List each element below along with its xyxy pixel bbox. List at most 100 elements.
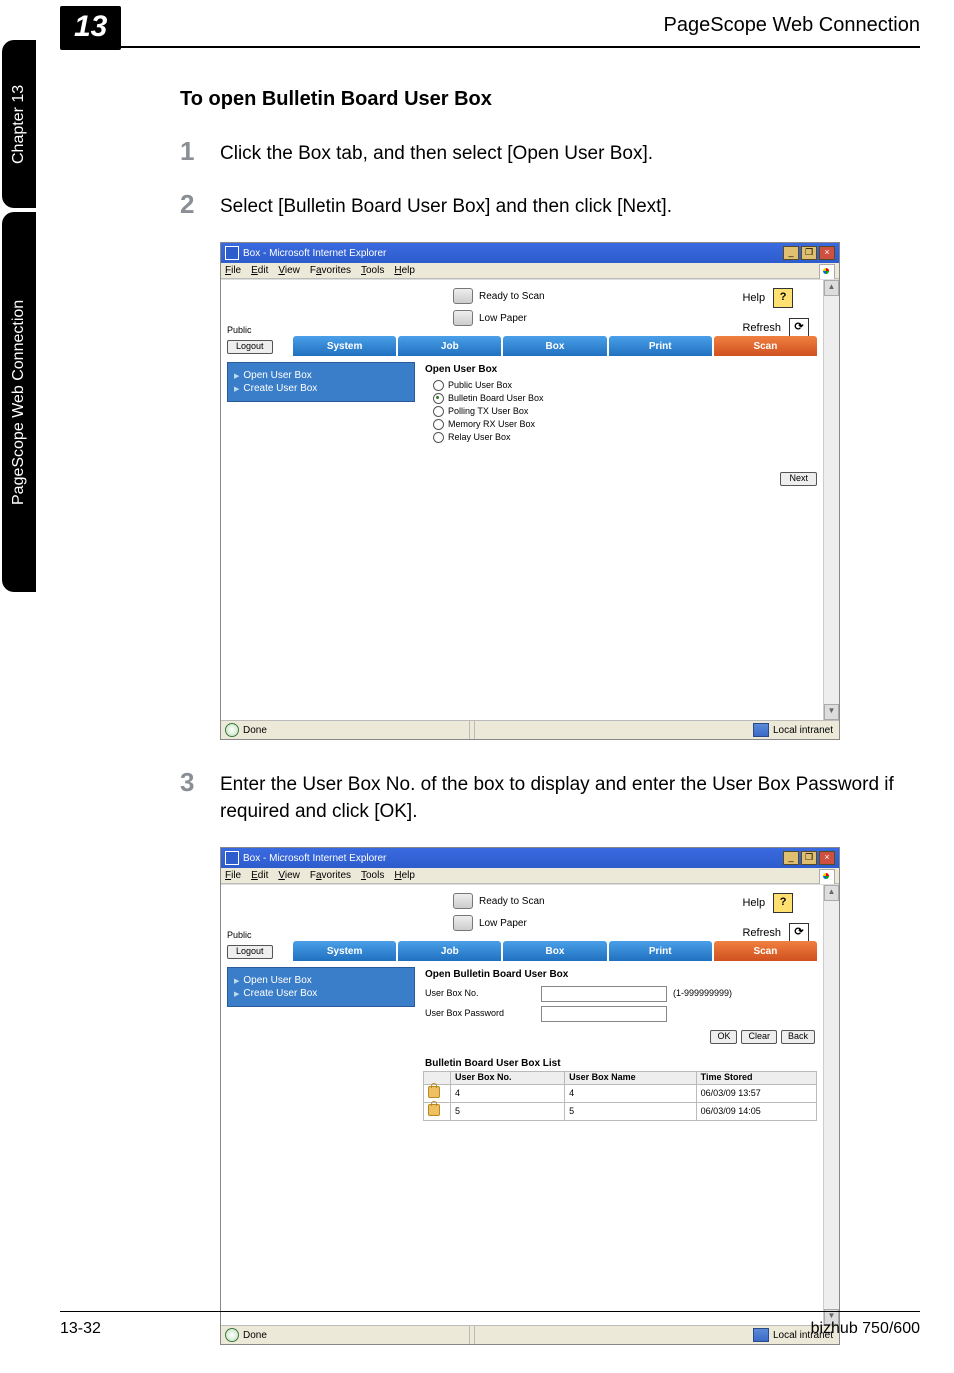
tab-scan[interactable]: Scan bbox=[714, 941, 817, 961]
tab-system[interactable]: System bbox=[293, 336, 396, 356]
menu-view[interactable]: View bbox=[278, 870, 300, 881]
ie-flag-icon bbox=[819, 869, 835, 885]
zone-icon bbox=[753, 723, 769, 737]
scroll-down-button[interactable]: ▼ bbox=[824, 704, 839, 720]
table-row[interactable]: 5 5 06/03/09 14:05 bbox=[424, 1103, 817, 1121]
cell-no: 4 bbox=[451, 1085, 565, 1103]
tab-print[interactable]: Print bbox=[609, 941, 712, 961]
cell-name: 4 bbox=[565, 1085, 697, 1103]
lp-create-user-box[interactable]: Create User Box bbox=[234, 987, 408, 1000]
menu-edit[interactable]: Edit bbox=[251, 265, 268, 276]
browser-body: ▲ ▼ Ready to Scan Low Paper Help ? Refre… bbox=[221, 884, 839, 1325]
opt-public[interactable]: Public User Box bbox=[423, 379, 817, 392]
logout-button[interactable]: Logout bbox=[227, 945, 273, 959]
opt-bulletin[interactable]: Bulletin Board User Box bbox=[423, 392, 817, 405]
opt-relay-label: Relay User Box bbox=[448, 433, 511, 443]
cell-time: 06/03/09 13:57 bbox=[696, 1085, 816, 1103]
status-lowpaper: Low Paper bbox=[479, 918, 527, 929]
scroll-up-button[interactable]: ▲ bbox=[824, 885, 839, 901]
window-title: Box - Microsoft Internet Explorer bbox=[243, 248, 386, 259]
opt-public-label: Public User Box bbox=[448, 381, 512, 391]
ok-button[interactable]: OK bbox=[710, 1030, 737, 1044]
menu-help[interactable]: Help bbox=[394, 265, 415, 276]
window-minimize-button[interactable]: _ bbox=[783, 246, 799, 260]
opt-polling[interactable]: Polling TX User Box bbox=[423, 405, 817, 418]
lp-open-user-box[interactable]: Open User Box bbox=[234, 369, 408, 382]
main-nav: System Job Box Print Scan bbox=[293, 941, 817, 961]
next-button[interactable]: Next bbox=[780, 472, 817, 486]
table-row[interactable]: 4 4 06/03/09 13:57 bbox=[424, 1085, 817, 1103]
zone-indicator: Local intranet bbox=[753, 723, 833, 737]
menu-file[interactable]: File bbox=[225, 265, 241, 276]
step-text-2: Select [Bulletin Board User Box] and the… bbox=[220, 190, 672, 221]
menu-tools[interactable]: Tools bbox=[361, 265, 384, 276]
right-panel: Open User Box Public User Box Bulletin B… bbox=[423, 362, 817, 444]
userboxno-input[interactable] bbox=[541, 986, 667, 1002]
status-ready: Ready to Scan bbox=[479, 291, 545, 302]
tab-box[interactable]: Box bbox=[503, 336, 606, 356]
tab-system[interactable]: System bbox=[293, 941, 396, 961]
menu-help[interactable]: Help bbox=[394, 870, 415, 881]
status-icon-ready bbox=[453, 288, 473, 304]
userboxno-hint: (1-999999999) bbox=[673, 989, 732, 999]
window-minimize-button[interactable]: _ bbox=[783, 851, 799, 865]
help-link[interactable]: Help bbox=[742, 292, 765, 304]
window-restore-button[interactable]: ❐ bbox=[801, 851, 817, 865]
footer-right: bizhub 750/600 bbox=[811, 1320, 920, 1338]
step-num-3: 3 bbox=[180, 768, 220, 797]
header-rule bbox=[60, 46, 920, 48]
window-restore-button[interactable]: ❐ bbox=[801, 246, 817, 260]
help-icon[interactable]: ? bbox=[773, 893, 793, 913]
right-panel: Open Bulletin Board User Box User Box No… bbox=[423, 967, 817, 1121]
refresh-icon[interactable]: ⟳ bbox=[789, 923, 809, 943]
tab-job[interactable]: Job bbox=[398, 336, 501, 356]
radio-public[interactable] bbox=[433, 380, 444, 391]
lp-open-user-box[interactable]: Open User Box bbox=[234, 974, 408, 987]
browser-body: ▲ ▼ Ready to Scan Low Paper Help ? Refre… bbox=[221, 279, 839, 720]
col-userboxno: User Box No. bbox=[451, 1072, 565, 1085]
side-tab-product: PageScope Web Connection bbox=[2, 212, 36, 592]
help-link[interactable]: Help bbox=[742, 897, 765, 909]
vertical-scrollbar[interactable]: ▲ ▼ bbox=[823, 885, 839, 1325]
menu-file[interactable]: File bbox=[225, 870, 241, 881]
refresh-icon[interactable]: ⟳ bbox=[789, 318, 809, 338]
done-icon bbox=[225, 1328, 239, 1342]
logout-button[interactable]: Logout bbox=[227, 340, 273, 354]
lp-create-user-box[interactable]: Create User Box bbox=[234, 382, 408, 395]
refresh-link[interactable]: Refresh bbox=[742, 322, 781, 334]
vertical-scrollbar[interactable]: ▲ ▼ bbox=[823, 280, 839, 720]
radio-relay[interactable] bbox=[433, 432, 444, 443]
done-icon bbox=[225, 723, 239, 737]
radio-bulletin[interactable] bbox=[433, 393, 444, 404]
zone-text: Local intranet bbox=[773, 725, 833, 736]
left-panel: Open User Box Create User Box bbox=[227, 362, 415, 402]
tab-box[interactable]: Box bbox=[503, 941, 606, 961]
refresh-link[interactable]: Refresh bbox=[742, 927, 781, 939]
menu-edit[interactable]: Edit bbox=[251, 870, 268, 881]
userboxpw-input[interactable] bbox=[541, 1006, 667, 1022]
menu-favorites[interactable]: Favorites bbox=[310, 265, 351, 276]
menu-favorites[interactable]: Favorites bbox=[310, 870, 351, 881]
window-titlebar: Box - Microsoft Internet Explorer _ ❐ × bbox=[221, 243, 839, 263]
clear-button[interactable]: Clear bbox=[741, 1030, 777, 1044]
radio-polling[interactable] bbox=[433, 406, 444, 417]
help-icon[interactable]: ? bbox=[773, 288, 793, 308]
tab-job[interactable]: Job bbox=[398, 941, 501, 961]
menu-tools[interactable]: Tools bbox=[361, 870, 384, 881]
menubar: File Edit View Favorites Tools Help bbox=[221, 263, 839, 279]
window-close-button[interactable]: × bbox=[819, 851, 835, 865]
mode-label: Public bbox=[227, 326, 252, 336]
opt-memory[interactable]: Memory RX User Box bbox=[423, 418, 817, 431]
back-button[interactable]: Back bbox=[781, 1030, 815, 1044]
tab-print[interactable]: Print bbox=[609, 336, 712, 356]
tab-scan[interactable]: Scan bbox=[714, 336, 817, 356]
window-close-button[interactable]: × bbox=[819, 246, 835, 260]
menu-view[interactable]: View bbox=[278, 265, 300, 276]
opt-relay[interactable]: Relay User Box bbox=[423, 431, 817, 444]
radio-memory[interactable] bbox=[433, 419, 444, 430]
status-bar: Done Local intranet bbox=[221, 720, 839, 739]
lock-icon bbox=[428, 1104, 440, 1116]
ie-icon bbox=[225, 246, 239, 260]
status-ready: Ready to Scan bbox=[479, 896, 545, 907]
scroll-up-button[interactable]: ▲ bbox=[824, 280, 839, 296]
